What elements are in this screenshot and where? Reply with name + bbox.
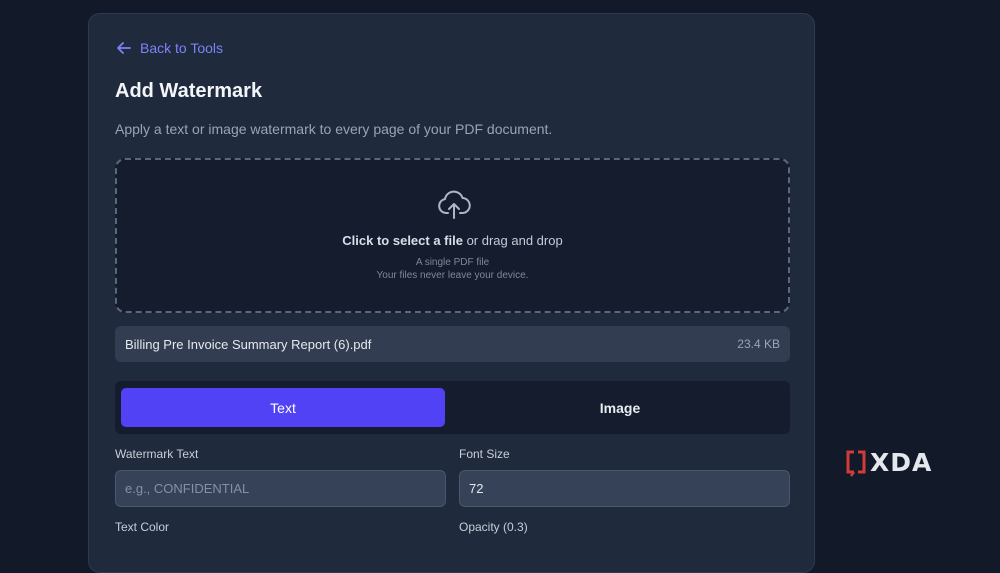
- file-name: Billing Pre Invoice Summary Report (6).p…: [125, 336, 372, 352]
- xda-logo-text: XDA: [870, 448, 933, 477]
- watermark-text-label: Watermark Text: [115, 447, 199, 461]
- page-subtitle: Apply a text or image watermark to every…: [115, 121, 553, 137]
- page-title: Add Watermark: [115, 80, 263, 102]
- cloud-upload-icon: [438, 190, 471, 219]
- tab-image[interactable]: Image: [458, 388, 782, 427]
- font-size-input[interactable]: [459, 470, 790, 507]
- tab-text[interactable]: Text: [121, 388, 445, 427]
- file-dropzone[interactable]: Click to select a file or drag and drop …: [115, 158, 790, 313]
- arrow-left-icon: [117, 42, 131, 54]
- watermark-text-input[interactable]: [115, 470, 446, 507]
- font-size-label: Font Size: [459, 447, 510, 461]
- watermark-type-tabs: Text Image: [115, 381, 790, 434]
- xda-bracket-icon: [846, 450, 866, 477]
- text-color-label: Text Color: [115, 520, 170, 534]
- back-link-label: Back to Tools: [140, 40, 224, 56]
- opacity-label: Opacity (0.3): [459, 520, 528, 534]
- selected-file-row: Billing Pre Invoice Summary Report (6).p…: [115, 326, 790, 362]
- back-to-tools-link[interactable]: Back to Tools: [116, 40, 223, 56]
- file-size: 23.4 KB: [737, 337, 780, 351]
- dropzone-hints: A single PDF file Your files never leave…: [117, 256, 788, 282]
- dropzone-drag-text: or drag and drop: [462, 233, 563, 248]
- dropzone-hint-file-type: A single PDF file: [415, 257, 490, 268]
- tool-card: Back to Tools Add Watermark Apply a text…: [88, 13, 815, 573]
- xda-logo: XDA: [845, 448, 932, 477]
- dropzone-click-text: Click to select a file: [342, 233, 463, 248]
- dropzone-instruction: Click to select a file or drag and drop: [117, 233, 788, 248]
- dropzone-hint-privacy: Your files never leave your device.: [376, 270, 529, 281]
